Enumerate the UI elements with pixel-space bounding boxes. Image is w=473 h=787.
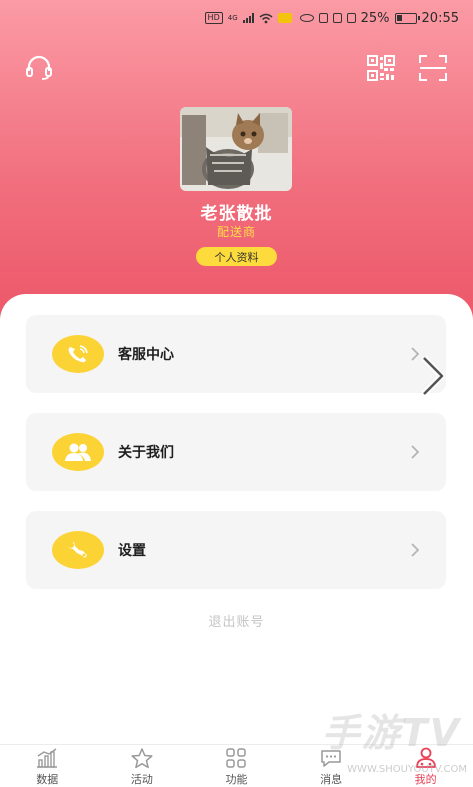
tab-label: 功能 [225, 773, 248, 786]
status-icons-left: HD 4G [204, 12, 292, 24]
battery-icon [394, 12, 420, 24]
chevron-right-icon [411, 445, 420, 459]
headset-icon[interactable] [25, 55, 53, 81]
nfc-icon [318, 13, 328, 23]
tab-label: 数据 [36, 773, 59, 786]
bottom-tab-bar: 数据 活动 功能 消息 我的 [0, 744, 473, 787]
grid-icon [226, 748, 247, 768]
menu-item-settings[interactable]: 设置 [26, 511, 446, 589]
logout-button[interactable]: 退出账号 [0, 611, 473, 630]
vibrate-icon [346, 13, 356, 23]
profile-icon [415, 747, 436, 768]
tab-activity[interactable]: 活动 [95, 745, 190, 787]
user-name: 老张散批 [200, 204, 273, 224]
chart-icon [37, 748, 58, 768]
qr-code-icon[interactable] [367, 55, 395, 81]
tab-data[interactable]: 数据 [0, 745, 95, 787]
menu-label: 关于我们 [118, 445, 174, 461]
wifi-icon [259, 13, 273, 23]
alarm-icon [332, 13, 342, 23]
chevron-right-icon[interactable] [418, 354, 448, 398]
menu-label: 客服中心 [118, 347, 174, 363]
chevron-right-icon [411, 543, 420, 557]
menu-label: 设置 [118, 543, 146, 559]
battery-percent: 25% [360, 10, 390, 26]
star-icon [131, 748, 153, 769]
avatar-photo [180, 107, 292, 191]
hd-badge: HD [204, 12, 223, 24]
network-label: 4G [227, 14, 238, 22]
status-bar: HD 4G 25% 20:55 [0, 0, 473, 36]
message-icon [321, 750, 341, 767]
wrench-icon [68, 542, 87, 558]
menu-item-about-us[interactable]: 关于我们 [26, 413, 446, 491]
signal-icon [242, 13, 254, 23]
user-role: 配送商 [216, 225, 256, 239]
menu-icon-circle [52, 433, 104, 471]
tab-functions[interactable]: 功能 [189, 745, 284, 787]
menu-icon-circle [52, 335, 104, 373]
profile-button[interactable]: 个人资料 [196, 247, 277, 266]
tab-label: 活动 [130, 773, 153, 786]
tab-label: 我的 [414, 773, 437, 786]
tab-messages[interactable]: 消息 [284, 745, 379, 787]
status-icons-right: 25% 20:55 [299, 10, 459, 26]
scan-icon[interactable] [419, 55, 447, 81]
tab-mine[interactable]: 我的 [378, 745, 473, 787]
tab-label: 消息 [320, 773, 343, 786]
notification-app-icon [277, 13, 292, 23]
phone-icon [68, 345, 88, 363]
avatar[interactable] [180, 107, 292, 191]
eye-icon [299, 14, 314, 22]
menu-icon-circle [52, 531, 104, 569]
menu-item-customer-service[interactable]: 客服中心 [26, 315, 446, 393]
users-icon [65, 443, 91, 461]
clock-time: 20:55 [421, 10, 459, 26]
